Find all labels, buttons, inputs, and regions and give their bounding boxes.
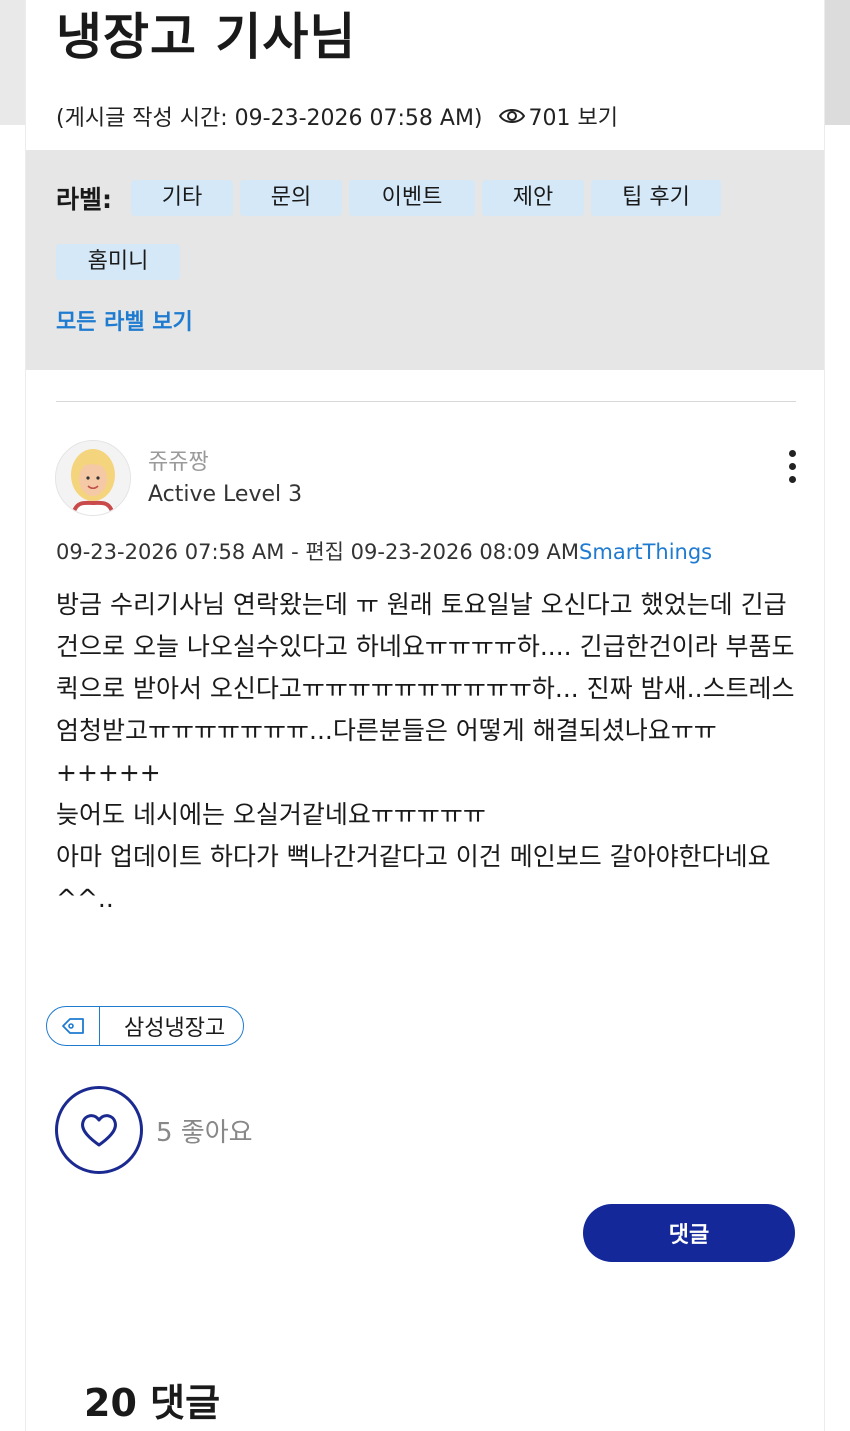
more-options-icon[interactable]	[778, 450, 806, 490]
like-button[interactable]	[55, 1086, 143, 1174]
label-chip-tip-review[interactable]: 팁 후기	[591, 180, 721, 216]
author-name[interactable]: 쥬쥬짱	[148, 444, 209, 476]
labels-heading: 라벨:	[56, 185, 112, 214]
post-dates: 09-23-2026 07:58 AM - 편집 09-23-2026 08:0…	[56, 536, 712, 566]
page-background-right	[824, 0, 850, 125]
eye-icon	[498, 109, 525, 123]
user-avatar-illustration	[56, 441, 130, 515]
tag-label: 삼성냉장고	[124, 1016, 226, 1041]
label-chip-suggestion[interactable]: 제안	[482, 180, 584, 216]
reply-button[interactable]: 댓글	[583, 1204, 795, 1262]
post-title: 냉장고 기사님	[56, 8, 357, 66]
post-time: (게시글 작성 시간: 09-23-2026 07:58 AM)	[56, 106, 483, 131]
like-count: 5 좋아요	[156, 1118, 253, 1148]
author-level: Active Level 3	[148, 482, 303, 507]
post-tag[interactable]: 삼성냉장고	[46, 1006, 245, 1046]
post-paragraph: 아마 업데이트 하다가 뻑나간거같다고 이건 메인보드 갈아야한다네요^^..	[56, 842, 771, 913]
view-count-label: 701 보기	[528, 106, 618, 131]
label-chip-event[interactable]: 이벤트	[349, 180, 475, 216]
post-meta: (게시글 작성 시간: 09-23-2026 07:58 AM) 701 보기	[56, 100, 618, 132]
board-link[interactable]: SmartThings	[579, 540, 712, 564]
divider	[56, 401, 796, 402]
tag-icon	[47, 1007, 100, 1045]
post-paragraph: 늦어도 네시에는 오실거같네요ㅠㅠㅠㅠㅠ	[56, 800, 486, 829]
all-labels-link[interactable]: 모든 라벨 보기	[56, 304, 193, 336]
label-chip-inquiry[interactable]: 문의	[240, 180, 342, 216]
label-chip-home-mini[interactable]: 홈미니	[56, 244, 180, 280]
comments-heading: 20 댓글	[84, 1381, 221, 1425]
post-date-text: 09-23-2026 07:58 AM - 편집 09-23-2026 08:0…	[56, 540, 580, 564]
heart-icon	[81, 1114, 117, 1147]
label-chip-etc[interactable]: 기타	[131, 180, 233, 216]
post-paragraph: 방금 수리기사님 연락왔는데 ㅠ 원래 토요일날 오신다고 했었는데 긴급건으로…	[56, 590, 795, 745]
post-paragraph: +++++	[56, 758, 161, 787]
view-count: 701 보기	[498, 100, 618, 132]
avatar[interactable]	[55, 440, 131, 516]
post-body: 방금 수리기사님 연락왔는데 ㅠ 원래 토요일날 오신다고 했었는데 긴급건으로…	[56, 584, 801, 920]
